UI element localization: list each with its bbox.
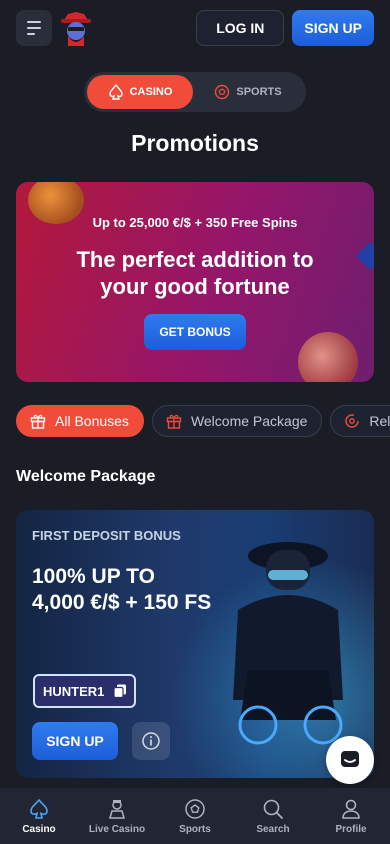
nav-live-casino[interactable]: Live Casino — [78, 788, 156, 844]
info-icon — [142, 732, 160, 750]
reload-icon — [345, 414, 360, 428]
chip-label: All Bonuses — [55, 413, 129, 429]
info-button[interactable] — [132, 722, 170, 760]
signup-button[interactable]: SIGN UP — [292, 10, 374, 46]
promo-code-text: HUNTER1 — [43, 683, 105, 699]
nav-label: Sports — [179, 823, 211, 835]
coin-decoration — [298, 332, 358, 382]
nav-casino[interactable]: Casino — [0, 788, 78, 844]
menu-button[interactable] — [16, 10, 52, 46]
user-icon — [342, 799, 360, 819]
banner-headline: The perfect addition to your good fortun… — [16, 246, 374, 300]
dealer-icon — [109, 799, 125, 819]
nav-label: Casino — [22, 823, 56, 835]
gift-icon — [30, 414, 46, 429]
soccer-ball-icon — [185, 798, 205, 819]
gift-icon — [166, 414, 182, 429]
casino-sports-toggle: CASINO SPORTS — [84, 72, 306, 112]
get-bonus-button[interactable]: GET BONUS — [144, 314, 246, 350]
brand-logo[interactable] — [60, 8, 92, 48]
bottom-nav: Casino Live Casino Sports Search Profile — [0, 788, 390, 844]
promo-code-copy[interactable]: HUNTER1 — [33, 674, 137, 708]
nav-label: Search — [256, 823, 290, 835]
section-title: Welcome Package — [16, 468, 156, 485]
nav-label: Live Casino — [88, 823, 146, 835]
chip-all-bonuses[interactable]: All Bonuses — [16, 405, 144, 437]
bonus-filter-chips: All Bonuses Welcome Package Rel — [16, 405, 390, 439]
spade-icon — [30, 798, 48, 819]
spade-icon — [108, 84, 123, 100]
welcome-bonus-card[interactable]: FIRST DEPOSIT BONUS 100% UP TO 4,000 €/$… — [16, 510, 374, 778]
support-chat-button[interactable] — [326, 736, 374, 784]
chat-icon — [341, 751, 359, 767]
card-signup-button[interactable]: SIGN UP — [32, 722, 118, 760]
hamburger-icon — [27, 21, 41, 23]
card-headline-line1: 100% UP TO — [32, 565, 155, 588]
search-icon — [263, 799, 283, 819]
card-kicker: FIRST DEPOSIT BONUS — [32, 528, 181, 543]
tab-sports[interactable]: SPORTS — [193, 75, 303, 109]
nav-sports[interactable]: Sports — [156, 788, 234, 844]
chip-reload[interactable]: Rel — [330, 405, 390, 437]
banner-subtitle: Up to 25,000 €/$ + 350 Free Spins — [92, 215, 298, 230]
login-button[interactable]: LOG IN — [196, 10, 285, 46]
chip-welcome-package[interactable]: Welcome Package — [151, 405, 323, 437]
copy-icon — [113, 684, 127, 699]
rider-illustration — [233, 542, 343, 745]
soccer-ball-icon — [215, 84, 230, 100]
banner-headline-line1: The perfect addition to — [76, 247, 314, 272]
page-title: Promotions — [131, 130, 259, 156]
card-headline-line2: 4,000 €/$ + 150 FS — [32, 591, 212, 614]
tab-sports-label: SPORTS — [236, 86, 282, 98]
card-headline: 100% UP TO 4,000 €/$ + 150 FS — [32, 564, 211, 616]
banner-headline-line2: your good fortune — [100, 274, 290, 299]
app-header: LOG IN SIGN UP — [0, 0, 390, 56]
tab-casino[interactable]: CASINO — [87, 75, 193, 109]
promo-banner[interactable]: Up to 25,000 €/$ + 350 Free Spins The pe… — [16, 182, 374, 382]
tab-casino-label: CASINO — [129, 86, 173, 98]
nav-profile[interactable]: Profile — [312, 788, 390, 844]
chip-label: Welcome Package — [190, 413, 308, 429]
nav-label: Profile — [335, 823, 367, 835]
chip-label: Rel — [369, 413, 390, 429]
header-actions: LOG IN SIGN UP — [196, 10, 374, 46]
nav-search[interactable]: Search — [234, 788, 312, 844]
